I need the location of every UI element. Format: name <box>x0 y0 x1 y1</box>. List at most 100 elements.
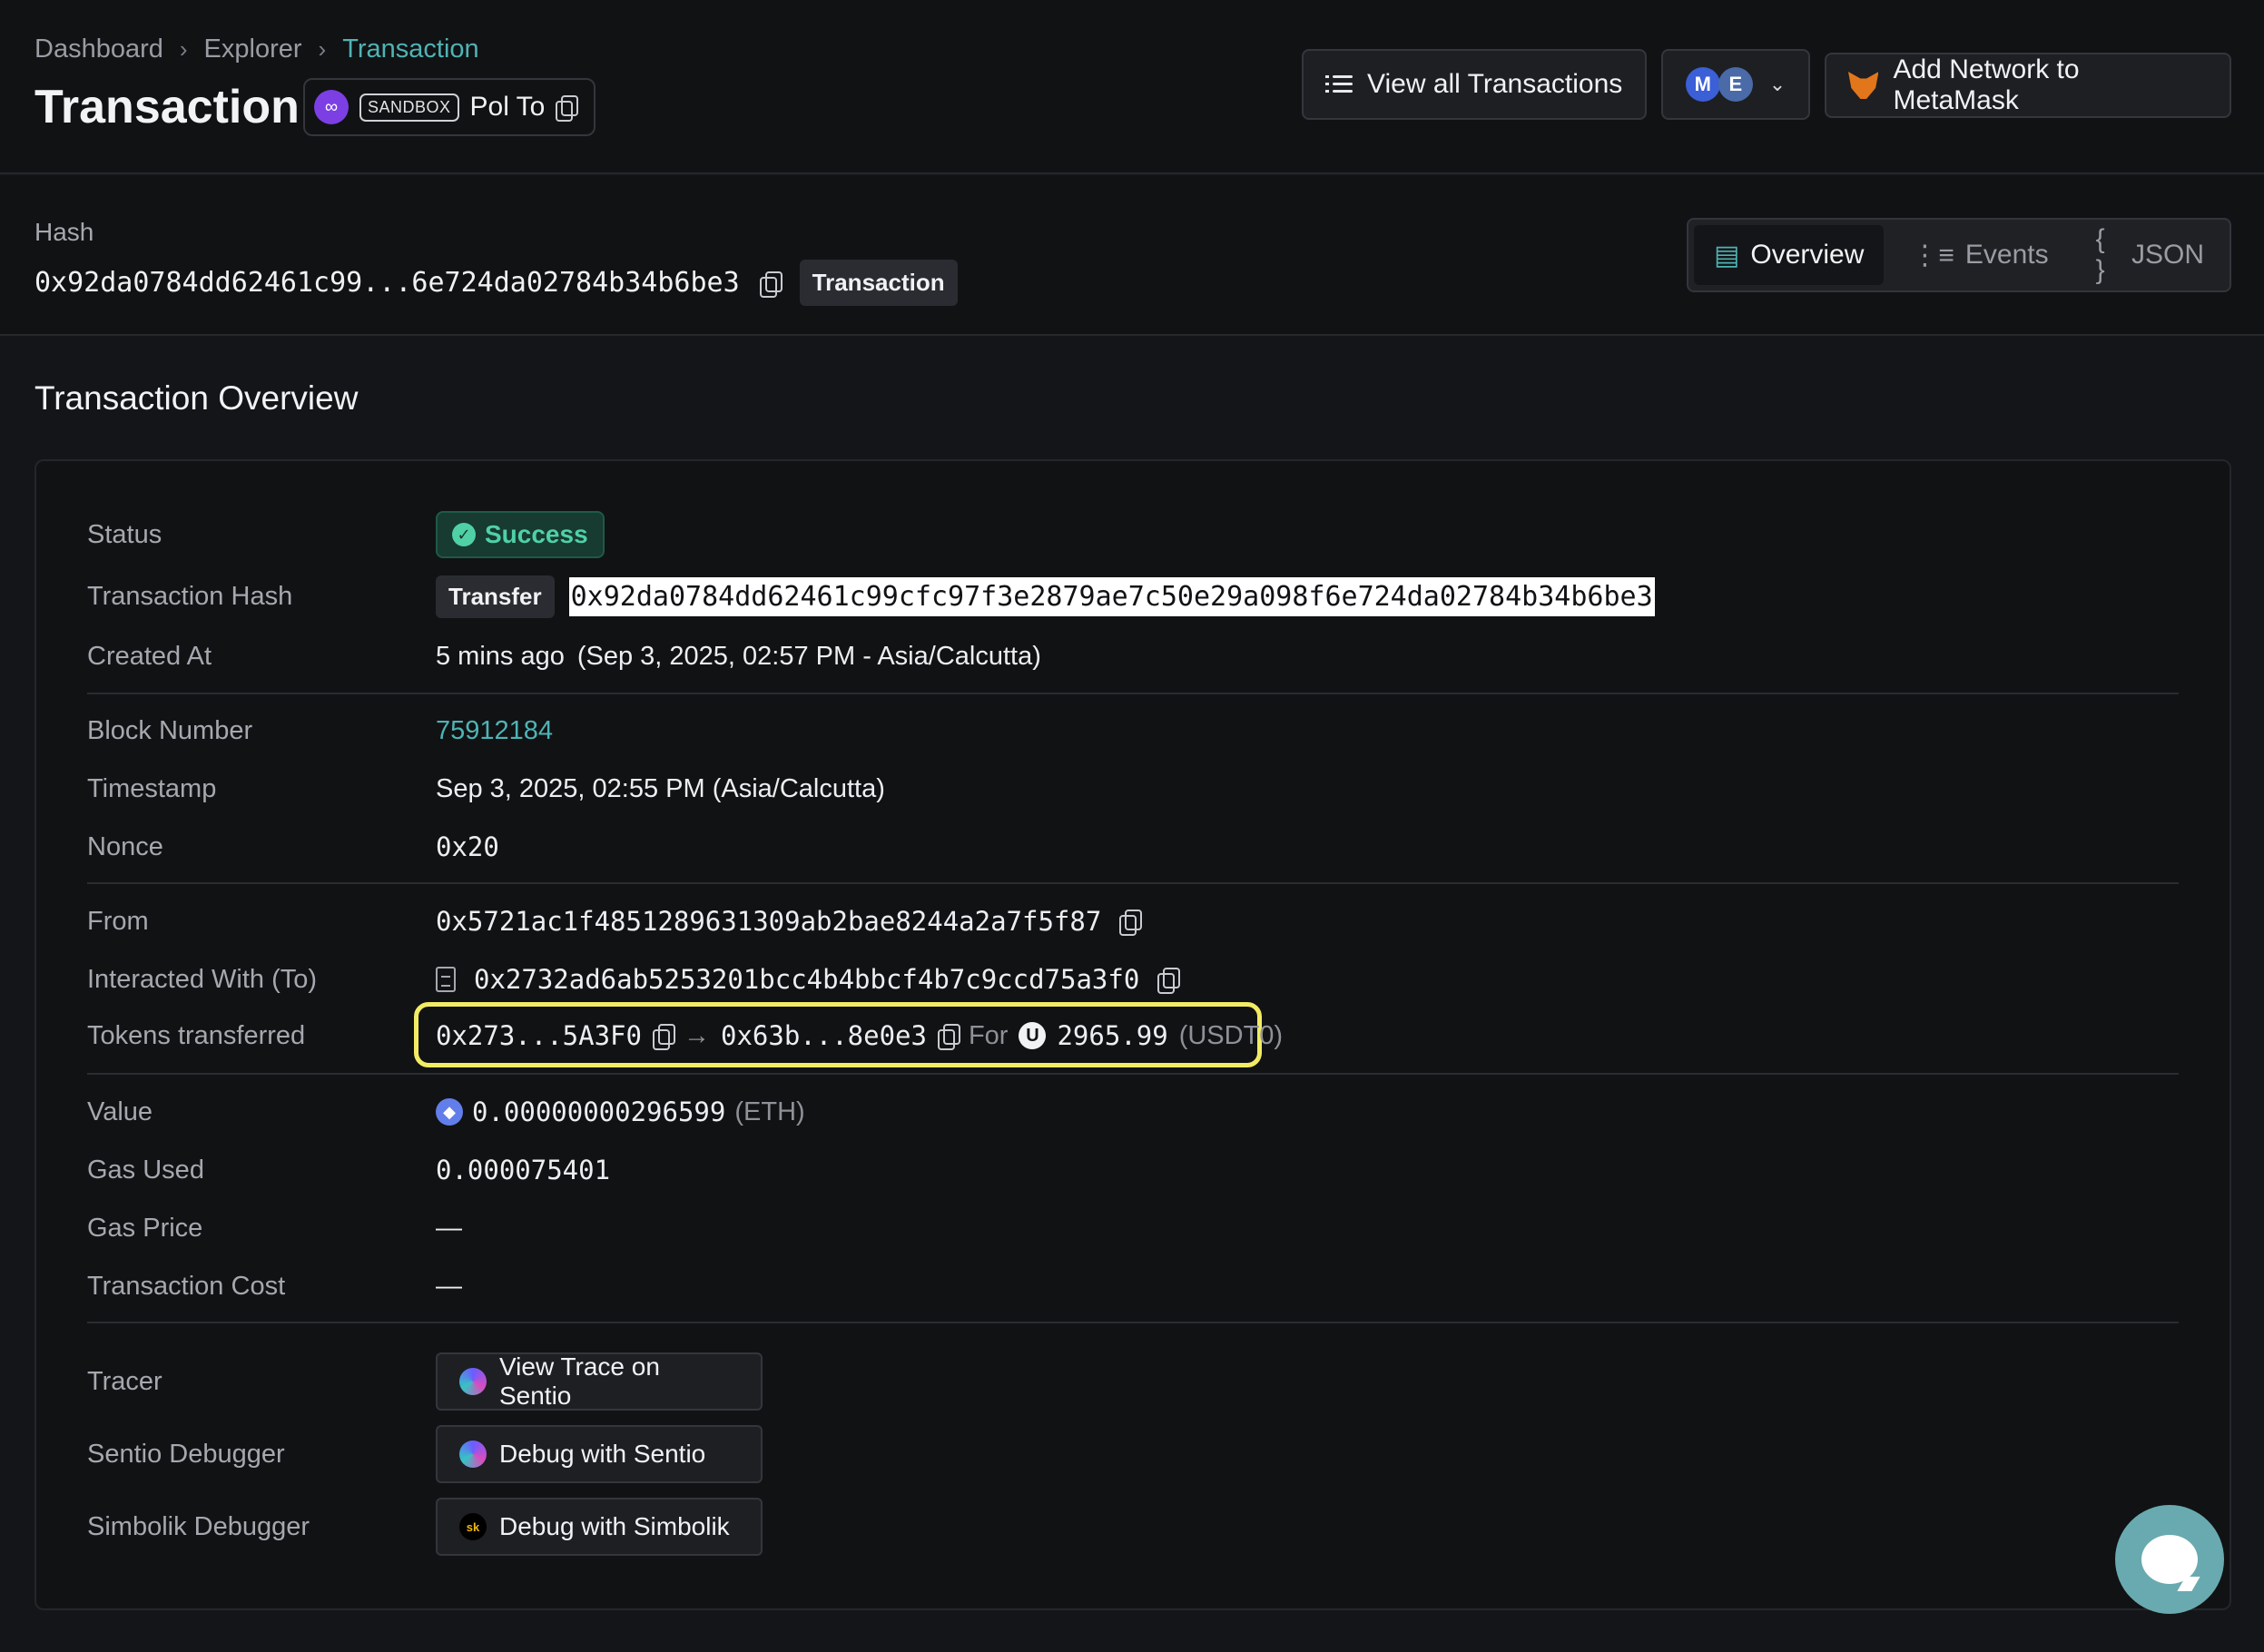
network-m-icon: M <box>1685 67 1720 102</box>
copy-icon[interactable] <box>1119 910 1143 936</box>
status-badge: ✓ Success <box>436 511 605 558</box>
token-symbol[interactable]: (USDT0) <box>1179 1021 1283 1051</box>
row-transaction-hash: Transaction Hash Transfer 0x92da0784dd62… <box>87 572 2179 621</box>
row-sentio-debugger: Sentio Debugger Debug with Sentio <box>87 1425 2179 1483</box>
hash-label: Hash <box>34 218 94 246</box>
breadcrumb-dashboard[interactable]: Dashboard <box>34 34 163 64</box>
copy-icon[interactable] <box>1157 968 1181 994</box>
transaction-cost-label: Transaction Cost <box>87 1271 286 1301</box>
row-gas-used: Gas Used 0.000075401 <box>87 1147 2179 1193</box>
chat-support-button[interactable] <box>2115 1505 2224 1614</box>
tab-json-label: JSON <box>2131 240 2204 270</box>
events-icon: ⋮≡ <box>1911 240 1954 270</box>
breadcrumb: Dashboard › Explorer › Transaction <box>34 34 479 64</box>
copy-icon[interactable] <box>556 95 579 122</box>
debug-simbolik-button[interactable]: sk Debug with Simbolik <box>436 1498 763 1556</box>
gas-used-value: 0.000075401 <box>436 1155 611 1185</box>
timestamp-label: Timestamp <box>87 773 217 803</box>
value-unit: (ETH) <box>734 1096 805 1126</box>
view-all-transactions-label: View all Transactions <box>1367 69 1623 99</box>
simbolik-debugger-label: Simbolik Debugger <box>87 1511 310 1541</box>
sentio-debugger-label: Sentio Debugger <box>87 1439 285 1469</box>
top-header: Dashboard › Explorer › Transaction Trans… <box>0 0 2264 174</box>
chat-bubble-icon <box>2141 1535 2198 1584</box>
json-icon: { } <box>2095 224 2105 285</box>
row-nonce: Nonce 0x20 <box>87 824 2179 870</box>
breadcrumb-explorer[interactable]: Explorer <box>204 34 302 64</box>
tab-events[interactable]: ⋮≡ Events <box>1891 225 2068 285</box>
row-timestamp: Timestamp Sep 3, 2025, 02:55 PM (Asia/Ca… <box>87 766 2179 811</box>
page-title: Transaction <box>34 81 300 133</box>
nonce-label: Nonce <box>87 831 163 861</box>
tokens-transferred-label: Tokens transferred <box>87 1020 306 1050</box>
to-address[interactable]: 0x2732ad6ab5253201bcc4b4bbcf4b7c9ccd75a3… <box>474 964 1139 995</box>
created-at-absolute: (Sep 3, 2025, 02:57 PM - Asia/Calcutta) <box>576 641 1041 671</box>
value-amount: 0.00000000296599 <box>472 1096 726 1127</box>
token-to-address[interactable]: 0x63b...8e0e3 <box>721 1020 927 1051</box>
hash-value: 0x92da0784dd62461c99...6e724da02784b34b6… <box>34 267 740 299</box>
divider <box>87 693 2179 694</box>
check-circle-icon: ✓ <box>452 523 476 546</box>
divider <box>87 882 2179 884</box>
add-network-metamask-button[interactable]: Add Network to MetaMask <box>1825 53 2231 118</box>
from-label: From <box>87 906 149 936</box>
metamask-fox-icon <box>1848 72 1879 99</box>
sandbox-tag: SANDBOX <box>359 93 459 122</box>
view-trace-sentio-button[interactable]: View Trace on Sentio <box>436 1352 763 1411</box>
contract-document-icon <box>436 967 456 992</box>
network-selector[interactable]: M E ⌄ <box>1661 49 1810 120</box>
row-created-at: Created At 5 mins ago (Sep 3, 2025, 02:5… <box>87 634 2179 679</box>
status-value: Success <box>485 520 588 548</box>
status-label: Status <box>87 519 162 549</box>
debug-simbolik-label: Debug with Simbolik <box>499 1512 730 1540</box>
block-number-label: Block Number <box>87 715 253 745</box>
from-address[interactable]: 0x5721ac1f4851289631309ab2bae8244a2a7f5f… <box>436 906 1101 937</box>
token-amount: 2965.99 <box>1057 1020 1168 1051</box>
copy-icon[interactable] <box>759 270 783 298</box>
transaction-hash-value[interactable]: 0x92da0784dd62461c99cfc97f3e2879ae7c50e2… <box>568 576 1655 616</box>
view-all-transactions-button[interactable]: View all Transactions <box>1302 49 1647 120</box>
tab-overview-label: Overview <box>1750 240 1865 270</box>
tab-json[interactable]: { } JSON <box>2076 224 2224 285</box>
row-simbolik-debugger: Simbolik Debugger sk Debug with Simbolik <box>87 1498 2179 1556</box>
ethereum-icon: ◆ <box>436 1098 463 1126</box>
view-tabs: ▤ Overview ⋮≡ Events { } JSON <box>1687 218 2231 292</box>
chain-chip: ∞ SANDBOX Pol To <box>303 78 596 136</box>
tab-overview[interactable]: ▤ Overview <box>1694 225 1885 285</box>
chevron-down-icon: ⌄ <box>1768 73 1787 95</box>
sentio-logo-icon <box>459 1368 487 1395</box>
tab-events-label: Events <box>1964 240 2049 270</box>
row-block-number: Block Number 75912184 <box>87 708 2179 753</box>
block-number-link[interactable]: 75912184 <box>436 716 553 746</box>
hash-type-tag: Transaction <box>799 260 958 306</box>
interacted-with-label: Interacted With (To) <box>87 964 318 994</box>
chevron-right-icon: › <box>318 35 327 63</box>
gas-price-value: — <box>436 1213 462 1243</box>
list-icon <box>1325 74 1353 95</box>
debug-sentio-button[interactable]: Debug with Sentio <box>436 1425 763 1483</box>
sentio-logo-icon <box>459 1441 487 1468</box>
usdt-token-icon: U <box>1019 1022 1047 1049</box>
overview-icon: ▤ <box>1714 240 1740 270</box>
token-from-address[interactable]: 0x273...5A3F0 <box>436 1020 642 1051</box>
view-trace-sentio-label: View Trace on Sentio <box>498 1352 660 1410</box>
nonce-value: 0x20 <box>436 831 499 862</box>
simbolik-logo-icon: sk <box>459 1513 487 1540</box>
row-gas-price: Gas Price — <box>87 1205 2179 1251</box>
copy-icon[interactable] <box>652 1024 675 1050</box>
transfer-tag: Transfer <box>436 575 555 618</box>
divider <box>87 1322 2179 1323</box>
add-network-metamask-label: Add Network to MetaMask <box>1893 54 2080 115</box>
created-at-relative: 5 mins ago <box>436 641 565 671</box>
breadcrumb-transaction[interactable]: Transaction <box>342 34 478 64</box>
created-at-label: Created At <box>87 641 212 671</box>
hash-summary: 0x92da0784dd62461c99...6e724da02784b34b6… <box>34 260 958 306</box>
gas-price-label: Gas Price <box>87 1213 203 1243</box>
chevron-right-icon: › <box>179 35 188 63</box>
row-interacted-with: Interacted With (To) 0x2732ad6ab5253201b… <box>87 957 2179 1002</box>
value-label: Value <box>87 1096 153 1126</box>
tracer-label: Tracer <box>87 1366 162 1396</box>
gas-used-label: Gas Used <box>87 1155 204 1185</box>
copy-icon[interactable] <box>937 1024 960 1050</box>
transaction-cost-value: — <box>436 1271 462 1301</box>
